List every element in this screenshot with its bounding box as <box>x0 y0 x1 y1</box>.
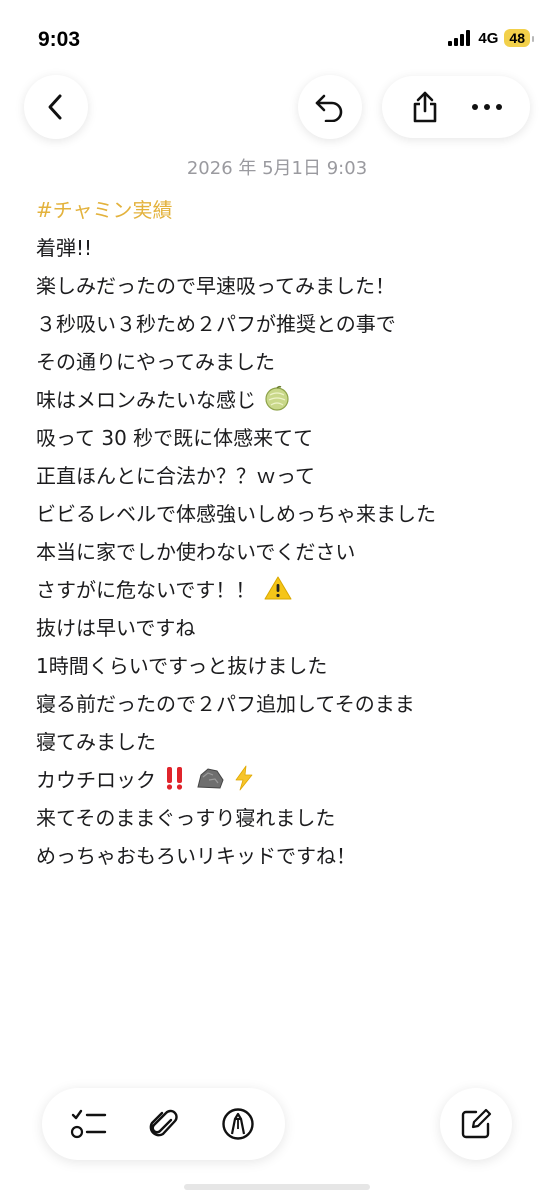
note-actions-group <box>382 76 530 138</box>
melon-icon <box>265 385 289 411</box>
rock-icon <box>197 768 224 789</box>
note-line: 寝てみました <box>36 730 156 754</box>
attachment-button[interactable] <box>133 1094 193 1154</box>
note-body[interactable]: #チャミン実績 着弾!! 楽しみだったので早速吸ってみました！ ３秒吸い３秒ため… <box>36 191 526 875</box>
note-date: 2026 年 5月1日 9:03 <box>186 158 368 179</box>
note-line: 吸って 30 秒で既に体感来てて <box>36 426 314 450</box>
note-line-text: カウチロック <box>36 768 156 792</box>
checklist-button[interactable] <box>59 1094 119 1154</box>
more-icon <box>472 104 502 110</box>
note-line: 味はメロンみたいな感じ <box>36 381 526 419</box>
chevron-left-icon <box>48 94 62 120</box>
note-line: 来てそのままぐっすり寝れました <box>36 806 336 830</box>
note-line: 1時間くらいですっと抜けました <box>36 654 328 678</box>
note-line-text: 味はメロンみたいな感じ <box>36 388 256 412</box>
note-line: 正直ほんとに合法か？？ｗって <box>36 464 315 488</box>
status-bar: 9:03 4G 48 <box>0 0 554 70</box>
note-line: 楽しみだったので早速吸ってみました！ <box>36 274 395 298</box>
battery-level: 48 <box>509 30 525 46</box>
undo-icon <box>315 94 343 122</box>
signal-icon <box>448 30 471 46</box>
note-line: ３秒吸い３秒ため２パフが推奨との事で <box>36 312 396 336</box>
back-button[interactable] <box>24 75 88 139</box>
status-indicators: 4G 48 <box>448 29 534 47</box>
note-line: カウチロック <box>36 761 526 799</box>
note-line: その通りにやってみました <box>36 350 275 374</box>
status-time: 9:03 <box>38 28 81 51</box>
note-line: さすがに危ないです！！ <box>36 571 526 609</box>
compose-button[interactable] <box>440 1088 512 1160</box>
bottom-toolbar <box>42 1088 285 1160</box>
markup-button[interactable] <box>208 1094 268 1154</box>
note-line: めっちゃおもろいリキッドですね！ <box>36 844 356 868</box>
note-line: ビビるレベルで体感強いしめっちゃ来ました <box>36 502 436 526</box>
note-line: 抜けは早いですね <box>36 616 196 640</box>
note-line: 寝る前だったので２パフ追加してそのまま <box>36 692 415 716</box>
double-exclamation-icon <box>167 767 183 790</box>
home-indicator[interactable] <box>184 1184 370 1190</box>
note-line: 本当に家でしか使わないでください <box>36 540 356 564</box>
paperclip-icon <box>150 1109 179 1137</box>
note-line: 着弾!! <box>36 236 93 260</box>
more-button[interactable] <box>459 79 515 135</box>
share-icon <box>413 91 437 123</box>
lightning-icon <box>235 765 253 791</box>
markup-pen-icon <box>222 1108 254 1140</box>
note-line-text: さすがに危ないです！！ <box>36 578 256 602</box>
network-type: 4G <box>478 29 499 47</box>
warning-icon <box>264 576 292 600</box>
compose-icon <box>461 1108 492 1139</box>
undo-button[interactable] <box>298 75 362 139</box>
note-hashtag[interactable]: #チャミン実績 <box>36 191 526 229</box>
battery-icon: 48 <box>504 29 534 47</box>
share-button[interactable] <box>397 79 453 135</box>
checklist-icon <box>71 1109 107 1139</box>
